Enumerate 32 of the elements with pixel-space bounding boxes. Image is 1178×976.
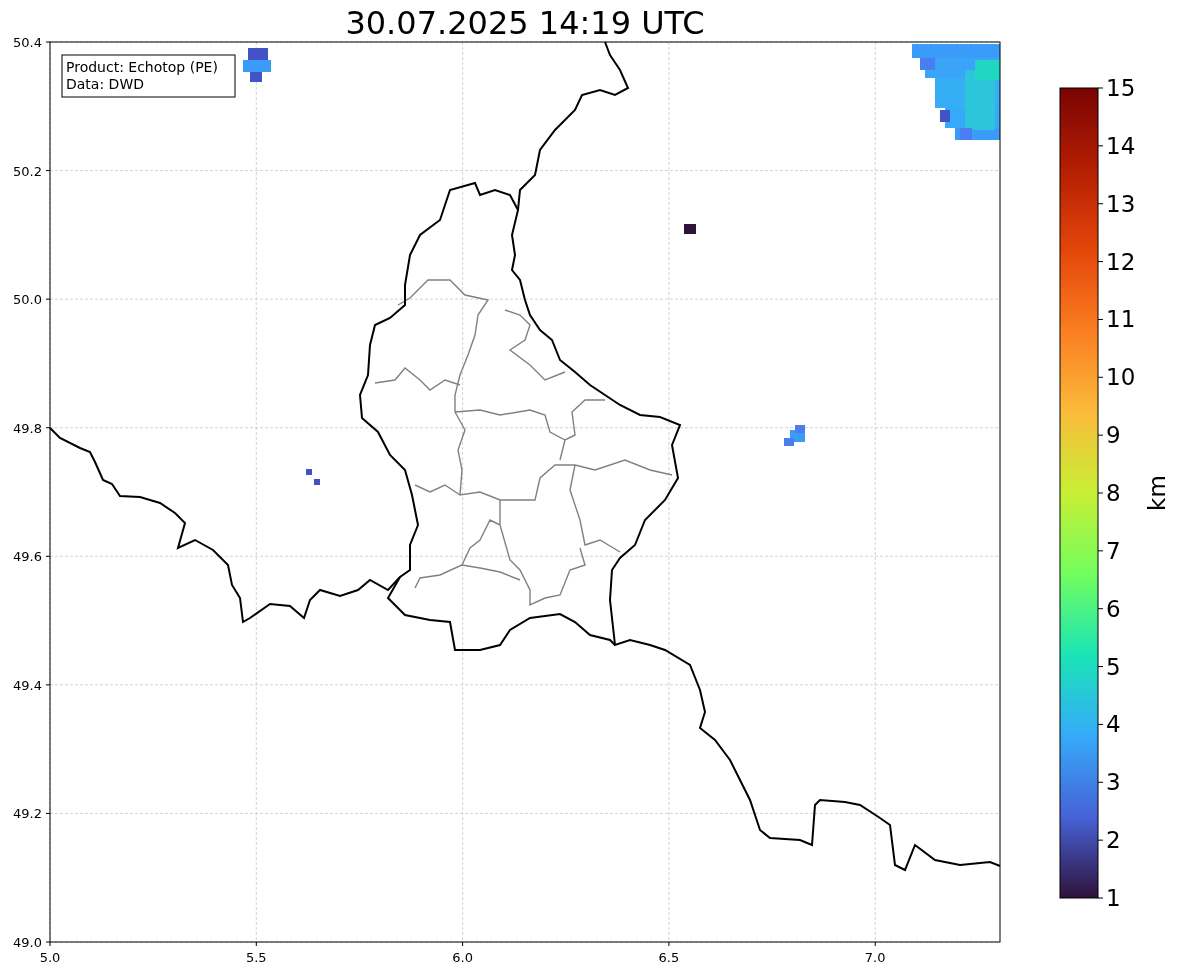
colorbar-tick-label: 15 — [1106, 75, 1136, 101]
info-text: Data: DWD — [66, 76, 144, 92]
y-tick-label: 49.2 — [13, 806, 42, 822]
y-tick-label: 50.2 — [13, 163, 42, 179]
colorbar-tick-label: 9 — [1106, 422, 1121, 449]
colorbar-tick-label: 7 — [1106, 537, 1121, 564]
y-tick-label: 49.0 — [13, 935, 42, 950]
x-tick-label: 6.5 — [658, 950, 680, 965]
info-text: Product: Echotop (PE) — [66, 59, 218, 75]
y-tick-label: 49.4 — [13, 677, 42, 693]
colorbar-tick-label: 13 — [1106, 190, 1136, 217]
y-tick-label: 49.6 — [13, 549, 42, 565]
x-tick-label: 5.5 — [245, 950, 267, 965]
y-tick-label: 50.4 — [13, 35, 42, 50]
colorbar-tick-label: 11 — [1106, 306, 1136, 333]
colorbar-tick-label: 6 — [1106, 595, 1121, 622]
colorbar-tick-label: 3 — [1106, 769, 1121, 796]
x-tick-label: 6.0 — [452, 950, 473, 965]
colorbar-tick-label: 8 — [1106, 480, 1121, 506]
colorbar-tick-label: 4 — [1106, 711, 1121, 738]
colorbar-tick-label: 5 — [1106, 653, 1121, 680]
colorbar-label: km — [1144, 475, 1170, 511]
colorbar-tick-label: 2 — [1106, 827, 1121, 854]
map-title: 30.07.2025 14:19 UTC — [345, 4, 705, 42]
colorbar-tick-label: 1 — [1106, 885, 1121, 911]
x-tick-label: 7.0 — [864, 950, 886, 965]
colorbar-tick-label: 12 — [1106, 248, 1136, 275]
colorbar-tick-label: 10 — [1106, 364, 1136, 391]
y-tick-label: 50.0 — [13, 292, 42, 308]
x-tick-label: 5.0 — [39, 950, 61, 965]
colorbar-tick-label: 14 — [1106, 132, 1136, 159]
y-tick-label: 49.8 — [13, 420, 42, 436]
